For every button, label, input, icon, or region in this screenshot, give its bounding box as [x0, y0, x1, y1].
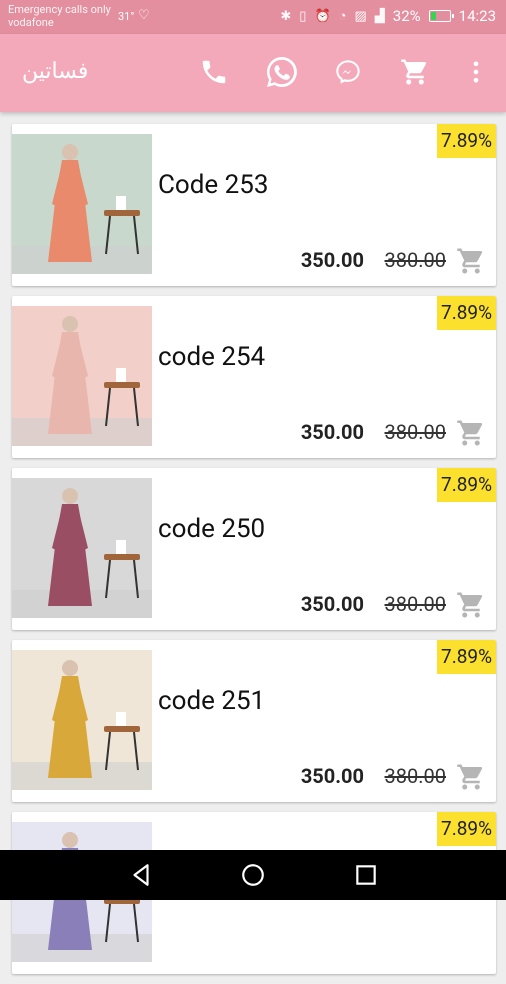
battery-percent: 32%: [393, 7, 421, 25]
product-price: 350.00: [301, 592, 364, 616]
product-name: code 251: [158, 686, 265, 716]
product-card[interactable]: code 251 7.89% 350.00 380.00: [12, 640, 496, 802]
no-sim-icon: ▨: [354, 9, 366, 24]
product-old-price: 380.00: [385, 764, 446, 788]
add-to-cart-icon[interactable]: [456, 762, 486, 792]
product-card[interactable]: Code 253 7.89% 350.00 380.00: [12, 124, 496, 286]
product-price: 350.00: [301, 764, 364, 788]
discount-badge: 7.89%: [437, 296, 496, 330]
carrier-text: Emergency calls only vodafone: [8, 3, 111, 29]
carrier-line2: vodafone: [8, 16, 111, 29]
alarm-icon: ⏰: [314, 9, 330, 24]
discount-badge: 7.89%: [437, 640, 496, 674]
product-name: code 250: [158, 514, 265, 544]
wifi-icon: ◔: [339, 8, 347, 24]
system-nav-bar: [0, 850, 506, 900]
product-image[interactable]: [12, 306, 152, 446]
product-price: 350.00: [301, 248, 364, 272]
back-icon[interactable]: [128, 862, 154, 888]
app-bar: فساتين: [0, 34, 506, 112]
discount-badge: 7.89%: [437, 468, 496, 502]
carrier-line1: Emergency calls only: [8, 3, 111, 16]
discount-badge: 7.89%: [437, 812, 496, 846]
add-to-cart-icon[interactable]: [456, 590, 486, 620]
overflow-menu-icon[interactable]: [458, 54, 494, 90]
messenger-icon[interactable]: [330, 54, 366, 90]
product-old-price: 380.00: [385, 420, 446, 444]
health-icon: ♡: [138, 8, 150, 23]
temperature: 31°: [118, 10, 134, 23]
product-old-price: 380.00: [385, 248, 446, 272]
add-to-cart-icon[interactable]: [456, 418, 486, 448]
page-title: فساتين: [22, 58, 88, 84]
product-old-price: 380.00: [385, 592, 446, 616]
product-card[interactable]: code 250 7.89% 350.00 380.00: [12, 468, 496, 630]
recents-icon[interactable]: [353, 862, 379, 888]
status-bar: Emergency calls only vodafone 31° ♡ ✱ ▯ …: [0, 0, 506, 34]
bluetooth-icon: ✱: [280, 9, 291, 24]
product-name: Code 253: [158, 170, 269, 200]
vibrate-icon: ▯: [299, 9, 306, 24]
cart-icon[interactable]: [397, 54, 433, 90]
product-price: 350.00: [301, 420, 364, 444]
home-icon[interactable]: [240, 862, 266, 888]
product-image[interactable]: [12, 650, 152, 790]
product-image[interactable]: [12, 478, 152, 618]
product-image[interactable]: [12, 134, 152, 274]
status-icons: ✱ ▯ ⏰ ◔ ▨ ▟ 32% 14:23: [280, 7, 496, 25]
whatsapp-icon[interactable]: [262, 52, 302, 92]
discount-badge: 7.89%: [437, 124, 496, 158]
product-card[interactable]: code 254 7.89% 350.00 380.00: [12, 296, 496, 458]
signal-icon: ▟: [375, 9, 385, 24]
add-to-cart-icon[interactable]: [456, 246, 486, 276]
battery-icon: [429, 10, 451, 22]
product-name: code 254: [158, 342, 265, 372]
clock: 14:23: [459, 7, 496, 25]
phone-icon[interactable]: [196, 54, 232, 90]
